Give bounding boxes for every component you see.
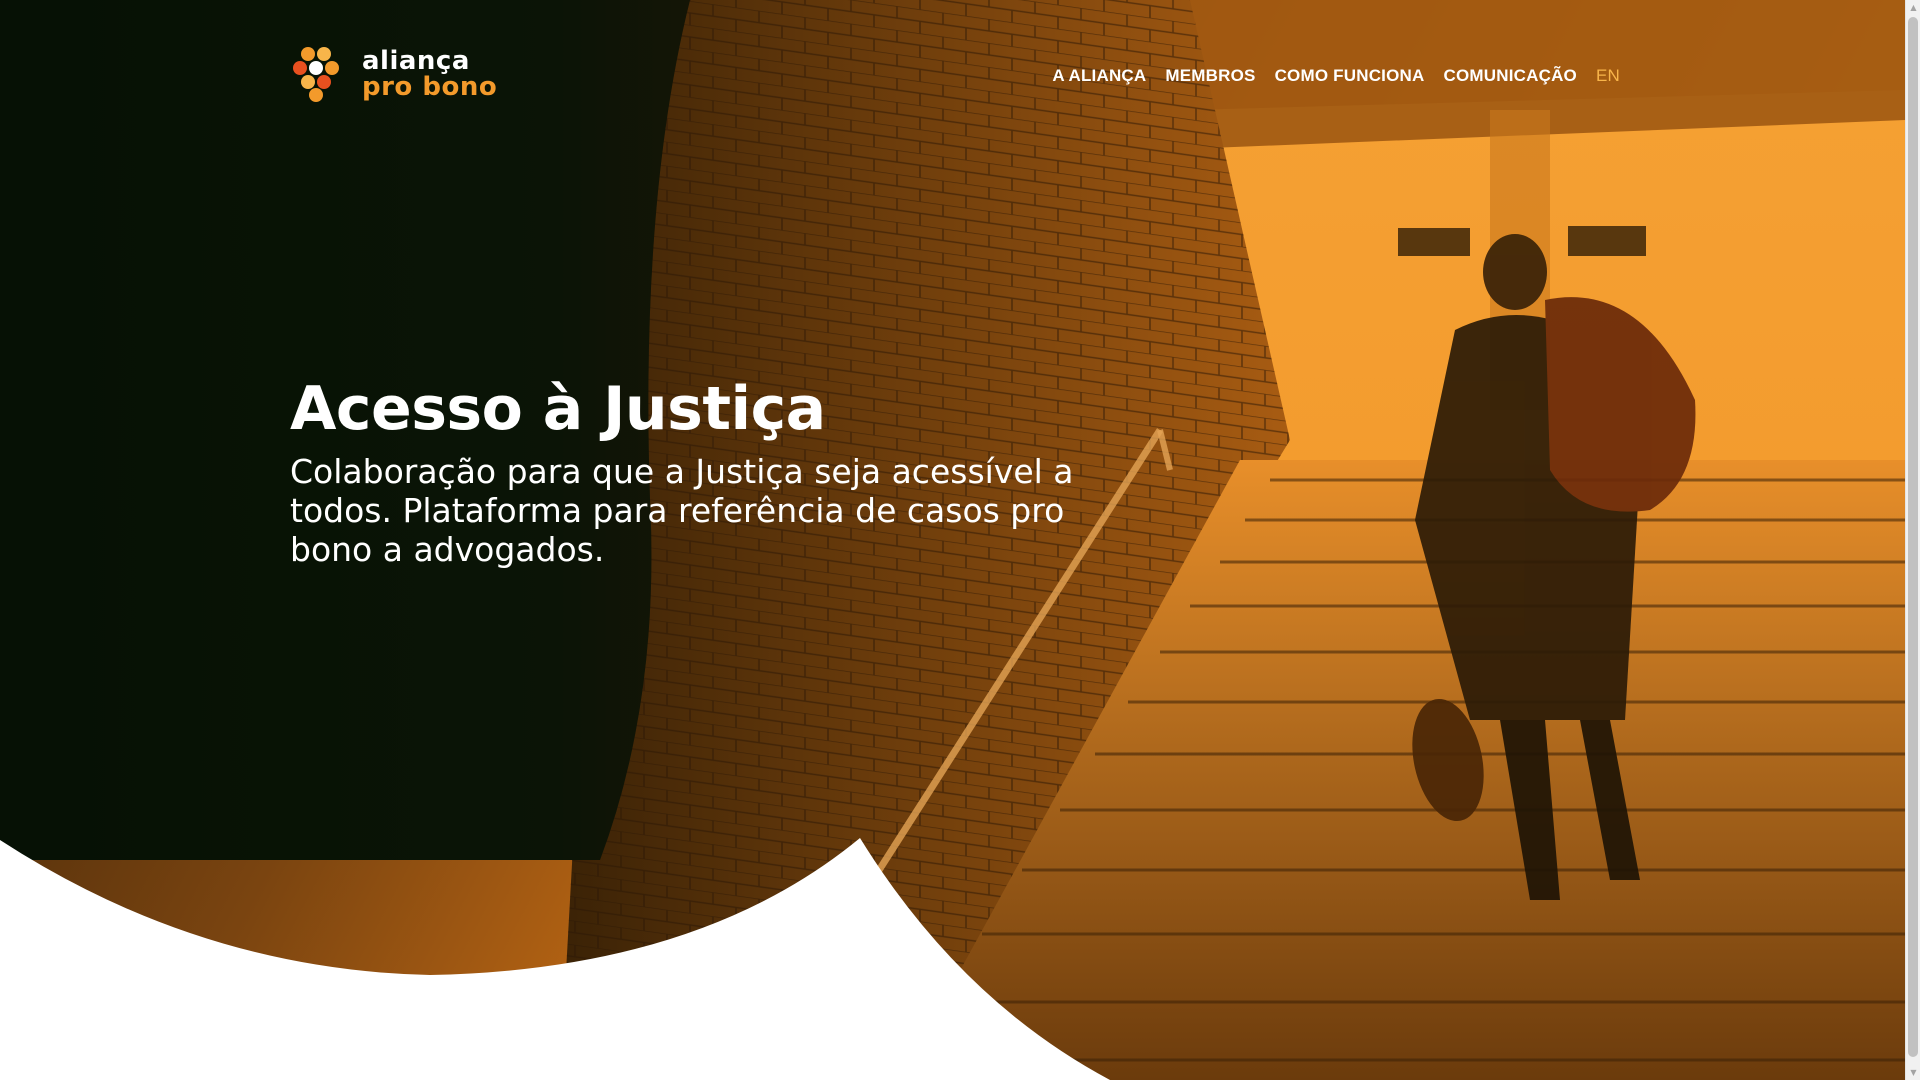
nav-item-a-alianca[interactable]: A ALIANÇA <box>1052 66 1146 86</box>
chevron-up-icon[interactable]: ▲ <box>1906 0 1920 15</box>
hero-title: Acesso à Justiça <box>290 374 826 444</box>
nav-item-como-funciona[interactable]: COMO FUNCIONA <box>1275 66 1425 86</box>
logo-line2: pro bono <box>362 72 498 102</box>
nav-item-comunicacao[interactable]: COMUNICAÇÃO <box>1444 66 1577 86</box>
logo-dots-icon <box>293 47 339 102</box>
logo-wordmark: aliança pro bono <box>362 48 497 100</box>
hero-subtitle: Colaboração para que a Justiça seja aces… <box>290 452 1074 569</box>
logo-line1: aliança <box>362 46 470 76</box>
main-nav: A ALIANÇA MEMBROS COMO FUNCIONA COMUNICA… <box>1052 62 1620 90</box>
site-header: aliança pro bono A ALIANÇA MEMBROS COMO … <box>290 44 1620 104</box>
page: aliança pro bono A ALIANÇA MEMBROS COMO … <box>0 0 1905 1080</box>
chevron-down-icon[interactable]: ▼ <box>1906 1065 1920 1080</box>
site-logo[interactable]: aliança pro bono <box>290 44 500 104</box>
scrollbar-thumb[interactable] <box>1908 17 1918 1057</box>
language-switch-en[interactable]: EN <box>1596 66 1620 86</box>
page-scrollbar[interactable]: ▲ ▼ <box>1905 0 1920 1080</box>
nav-item-membros[interactable]: MEMBROS <box>1165 66 1255 86</box>
